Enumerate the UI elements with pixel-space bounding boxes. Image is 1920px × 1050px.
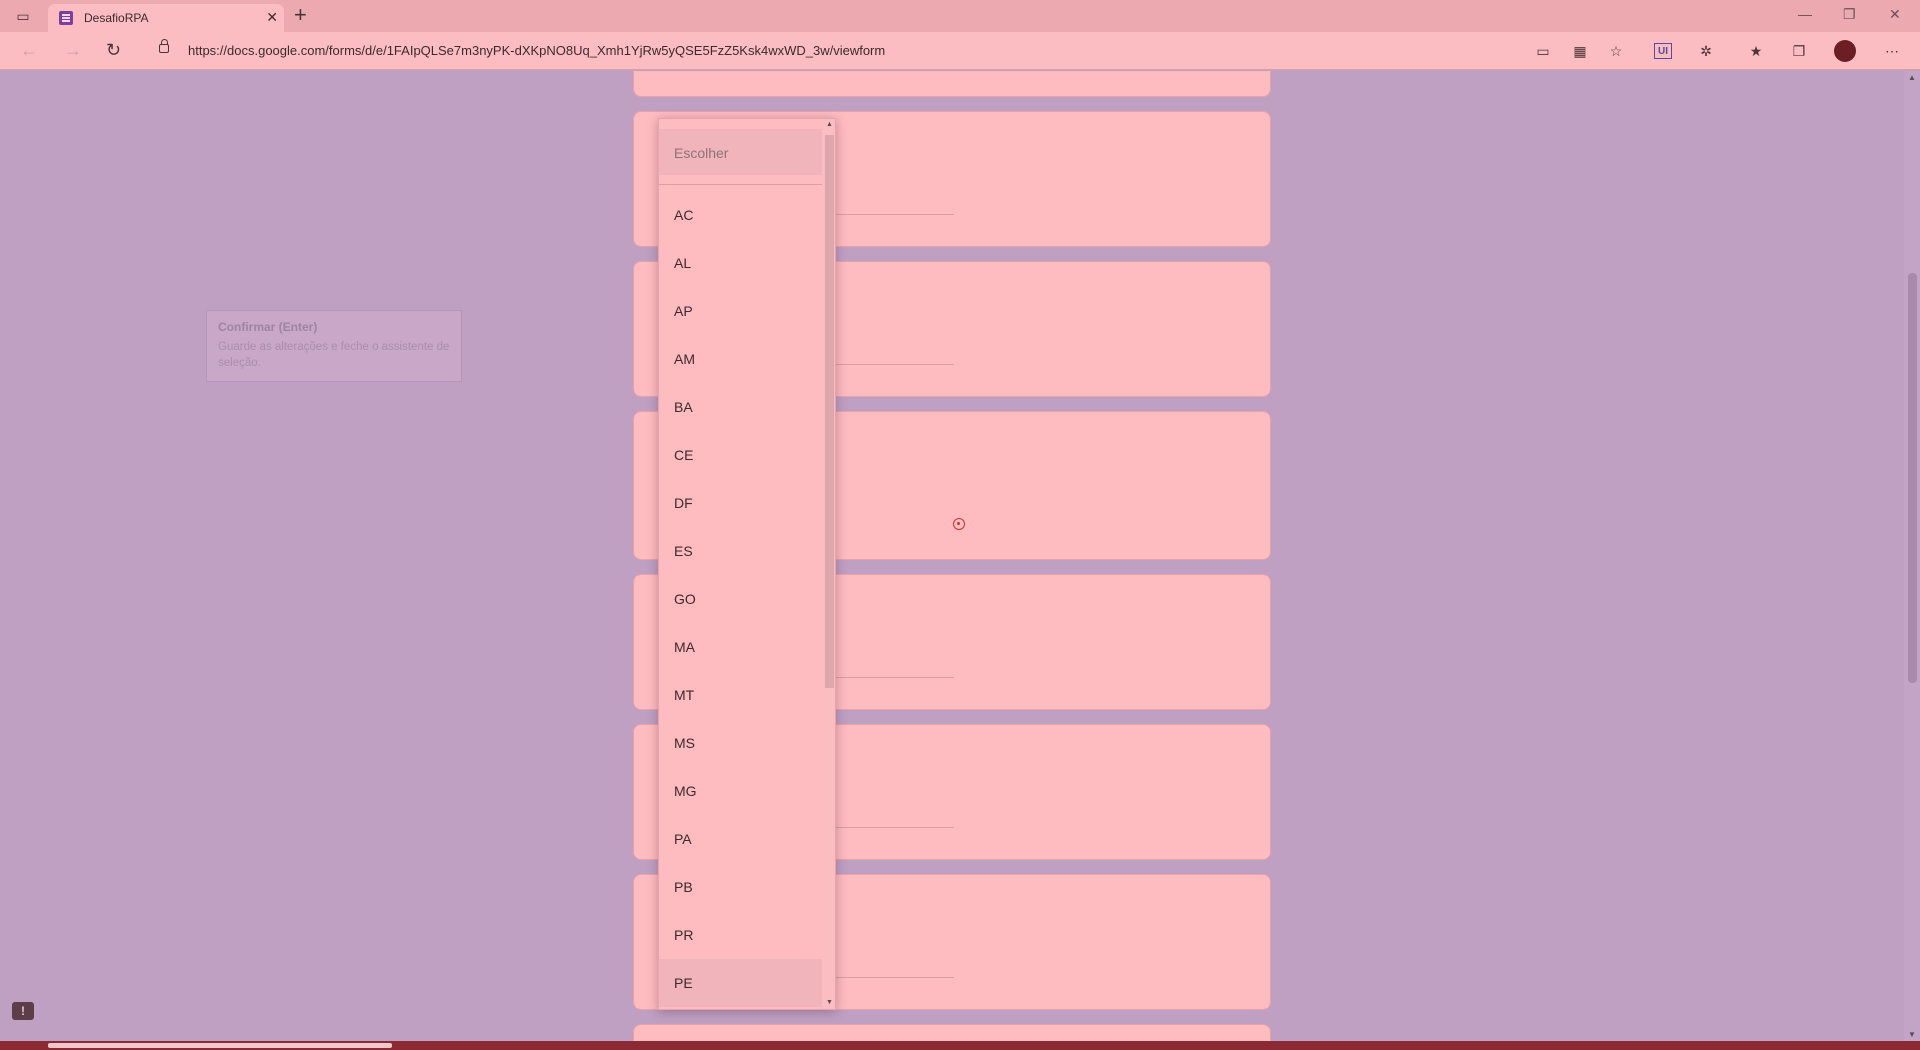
dropdown-scrollbar-thumb[interactable]: [825, 135, 834, 688]
tab-title: DesafioRPA: [84, 11, 149, 25]
state-dropdown-list[interactable]: Escolher AC AL AP AM BA CE DF ES GO MA MT MS MG PA PB P…: [658, 118, 836, 1010]
tab-close-icon[interactable]: ✕: [266, 9, 278, 26]
close-window-icon[interactable]: ✕: [1889, 6, 1901, 23]
dropdown-options: AC AL AP AM BA CE DF ES GO MA MT MS MG PA PB PR PE: [659, 191, 822, 1007]
favorites-icon[interactable]: ★: [1746, 41, 1766, 61]
collections-icon[interactable]: ❐: [1789, 41, 1809, 61]
answer-underline: [834, 364, 954, 365]
app-available-icon[interactable]: ▭: [1533, 41, 1553, 61]
tooltip-body: Guarde as alterações e feche o assistent…: [218, 341, 450, 369]
dropdown-option-pr[interactable]: PR: [659, 911, 822, 959]
url-field[interactable]: https://docs.google.com/forms/d/e/1FAIpQ…: [145, 37, 1525, 65]
crosshair-target-icon: [953, 518, 965, 530]
horizontal-scrollbar-thumb[interactable]: [48, 1043, 392, 1048]
dropdown-option-go[interactable]: GO: [659, 575, 822, 623]
more-menu-icon[interactable]: ⋯: [1882, 41, 1902, 61]
lock-icon[interactable]: [159, 39, 169, 53]
confirm-tooltip: Confirmar (Enter) Guarde as alterações e…: [206, 310, 462, 382]
dropdown-option-ap[interactable]: AP: [659, 287, 822, 335]
back-icon[interactable]: ←: [20, 40, 38, 61]
url-text: https://docs.google.com/forms/d/e/1FAIpQ…: [188, 43, 886, 58]
sidebar-toggle-icon[interactable]: ▭: [12, 6, 34, 26]
dropdown-option-mg[interactable]: MG: [659, 767, 822, 815]
dropdown-option-ce[interactable]: CE: [659, 431, 822, 479]
forward-icon[interactable]: →: [64, 40, 82, 61]
tab-bar: ▭ DesafioRPA ✕ + — ❐ ✕: [0, 0, 1920, 32]
google-forms-icon: [59, 11, 73, 25]
taskbar-strip: [0, 1041, 1920, 1050]
extensions-icon[interactable]: ✲: [1696, 41, 1716, 61]
scroll-up-icon[interactable]: ▲: [1908, 73, 1916, 82]
add-favorite-icon[interactable]: ☆: [1606, 41, 1626, 61]
new-tab-icon[interactable]: +: [294, 3, 307, 27]
answer-underline: [834, 677, 954, 678]
tab-desafiorpa[interactable]: DesafioRPA ✕: [48, 4, 284, 32]
dropdown-option-es[interactable]: ES: [659, 527, 822, 575]
tooltip-title: Confirmar (Enter): [218, 320, 318, 334]
dropdown-option-al[interactable]: AL: [659, 239, 822, 287]
dropdown-option-mt[interactable]: MT: [659, 671, 822, 719]
dropdown-option-am[interactable]: AM: [659, 335, 822, 383]
dropdown-option-ms[interactable]: MS: [659, 719, 822, 767]
ui-extension-icon[interactable]: UI: [1654, 43, 1672, 59]
dropdown-separator: [659, 184, 822, 185]
dropdown-placeholder[interactable]: Escolher: [659, 129, 822, 175]
dropdown-option-pe[interactable]: PE: [659, 959, 822, 1007]
restore-icon[interactable]: ❐: [1843, 6, 1856, 23]
dropdown-option-df[interactable]: DF: [659, 479, 822, 527]
dropdown-option-ba[interactable]: BA: [659, 383, 822, 431]
scroll-down-icon[interactable]: ▼: [1908, 1030, 1916, 1039]
refresh-icon[interactable]: ↻: [106, 40, 121, 61]
page-scrollbar-thumb[interactable]: [1908, 273, 1917, 683]
dropdown-option-pb[interactable]: PB: [659, 863, 822, 911]
dropdown-scroll-down-icon[interactable]: ▼: [826, 999, 833, 1006]
answer-underline: [834, 977, 954, 978]
form-question-card: [633, 71, 1271, 97]
form-page: [0, 71, 1904, 1041]
profile-avatar[interactable]: [1834, 40, 1856, 62]
dropdown-option-ma[interactable]: MA: [659, 623, 822, 671]
dropdown-option-pa[interactable]: PA: [659, 815, 822, 863]
qr-code-icon[interactable]: ▦: [1570, 41, 1590, 61]
dropdown-scrollbar[interactable]: ▲ ▼: [822, 119, 835, 1009]
answer-underline: [834, 214, 954, 215]
minimize-icon[interactable]: —: [1798, 6, 1812, 22]
feedback-icon[interactable]: !: [12, 1002, 34, 1020]
dropdown-option-ac[interactable]: AC: [659, 191, 822, 239]
answer-underline: [834, 827, 954, 828]
page-scrollbar[interactable]: ▲ ▼: [1904, 71, 1920, 1041]
form-question-card: [633, 1024, 1271, 1041]
dropdown-scroll-up-icon[interactable]: ▲: [826, 121, 833, 128]
address-bar: ← → ↻ https://docs.google.com/forms/d/e/…: [0, 32, 1920, 70]
